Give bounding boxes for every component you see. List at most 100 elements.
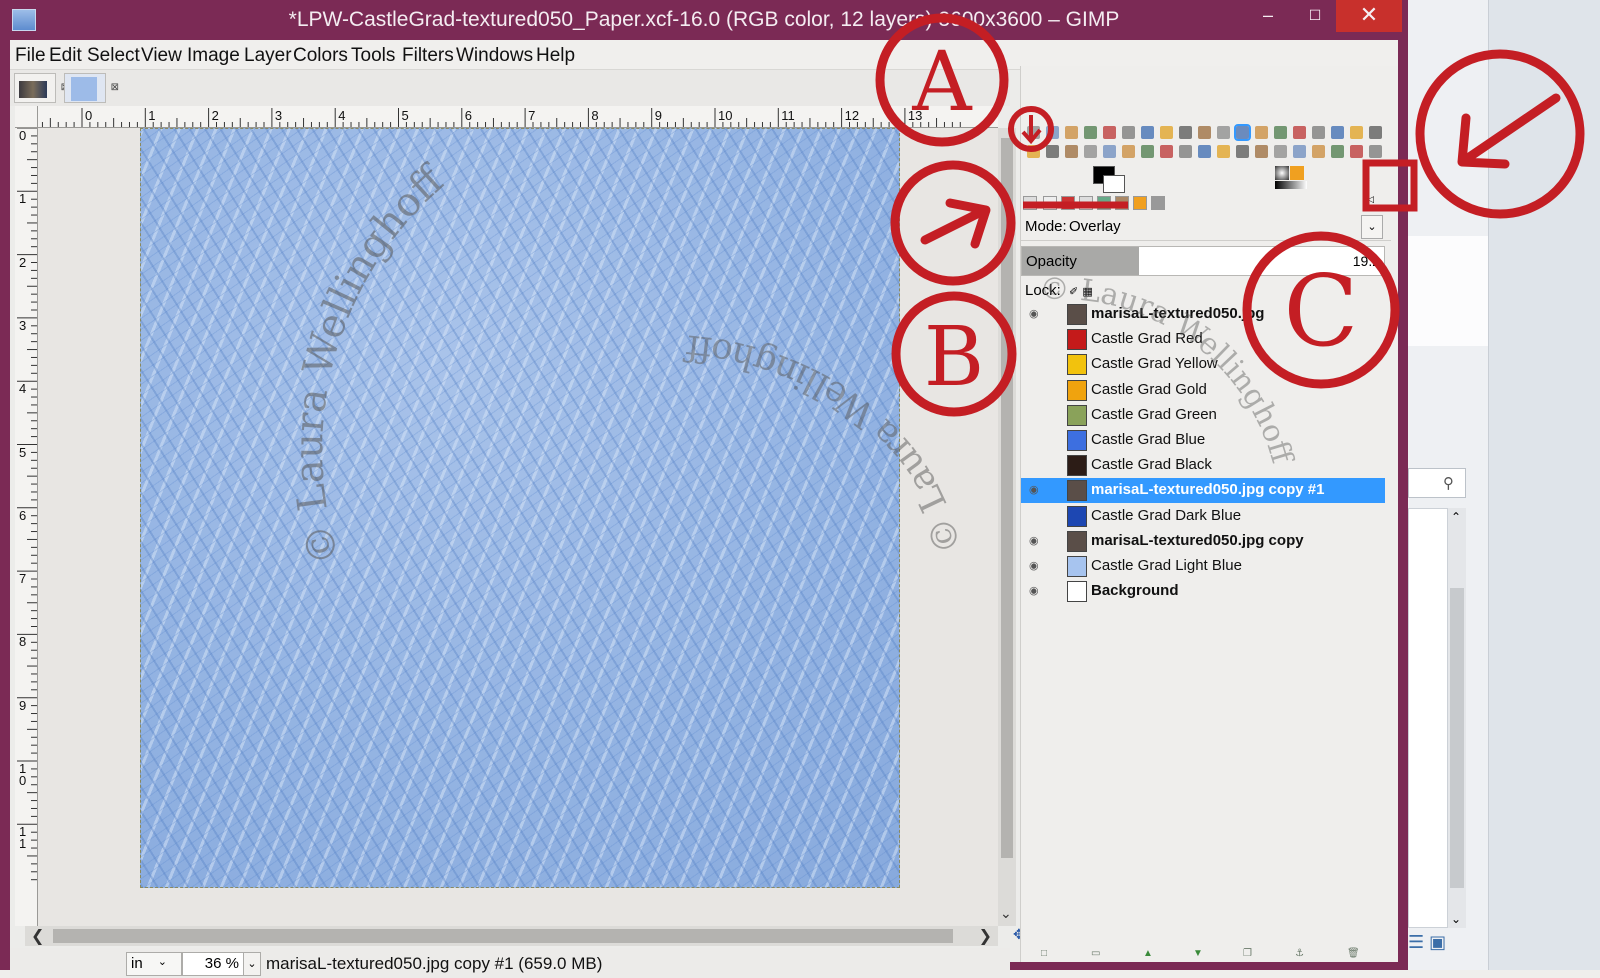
layer-row[interactable]: ◉ Castle Grad Light Blue [1021,554,1385,579]
tool-button[interactable] [1179,145,1192,158]
details-view-icon[interactable]: ☰ [1408,932,1424,952]
tool-button[interactable] [1217,126,1230,139]
tool-button[interactable] [1122,126,1135,139]
tool-button[interactable] [1122,145,1135,158]
tool-button[interactable] [1046,145,1059,158]
layer-name[interactable]: Castle Grad Green [1091,406,1217,423]
image-tab-1[interactable]: ⊠ [14,73,69,103]
tab-patterns[interactable] [1133,196,1147,210]
layer-name[interactable]: Castle Grad Black [1091,456,1212,473]
chevron-up-icon[interactable]: ⌃ [1451,510,1461,524]
canvas-area[interactable] [38,128,998,926]
background-scroll-thumb[interactable] [1450,588,1464,888]
lower-layer-icon[interactable]: ▼ [1193,948,1203,959]
layer-name[interactable]: marisaL-textured050.jpg copy [1091,532,1304,549]
horizontal-scroll-thumb[interactable] [53,929,953,943]
minimize-button[interactable]: – [1245,0,1291,32]
tool-button[interactable] [1293,126,1306,139]
tool-button[interactable] [1331,126,1344,139]
tool-button[interactable] [1160,126,1173,139]
menu-image[interactable]: Image [187,45,240,67]
mode-dropdown-button[interactable]: ⌄ [1361,215,1383,239]
tab-undo[interactable] [1079,196,1093,210]
eye-icon[interactable]: ◉ [1029,559,1039,572]
tool-button[interactable] [1141,126,1154,139]
tool-button[interactable] [1179,126,1192,139]
tab-paths[interactable] [1061,196,1075,210]
tool-button[interactable] [1046,126,1059,139]
tab-brushes[interactable] [1115,196,1129,210]
tool-button[interactable] [1274,126,1287,139]
menu-help[interactable]: Help [536,45,575,67]
tool-button[interactable] [1103,126,1116,139]
tab-gradients[interactable] [1151,196,1165,210]
new-layer-group-icon[interactable]: ▭ [1091,948,1100,959]
tool-button[interactable] [1027,126,1040,139]
tool-button[interactable] [1065,145,1078,158]
eye-icon[interactable]: ◉ [1029,584,1039,597]
tool-button[interactable] [1027,145,1040,158]
new-layer-icon[interactable]: □ [1041,948,1047,959]
horizontal-ruler[interactable]: 1012345678910111213 [38,106,998,128]
close-button[interactable]: ✕ [1336,0,1402,32]
menu-file[interactable]: File [15,45,46,67]
menu-view[interactable]: View [141,45,182,67]
search-icon[interactable]: ⚲ [1443,474,1454,492]
raise-layer-icon[interactable]: ▲ [1143,948,1153,959]
tab-channels[interactable] [1043,196,1057,210]
unit-select[interactable]: in ⌄ [126,952,182,976]
maximize-button[interactable]: ☐ [1292,0,1338,32]
tool-button[interactable] [1084,126,1097,139]
eye-icon[interactable]: ◉ [1029,307,1039,320]
tool-button[interactable] [1141,145,1154,158]
layer-name[interactable]: Castle Grad Blue [1091,431,1205,448]
ruler-corner[interactable] [15,106,38,128]
tool-button[interactable] [1255,126,1268,139]
layer-row[interactable]: Castle Grad Green [1021,403,1385,428]
mode-select[interactable]: Overlay [1069,218,1121,235]
scroll-left-icon[interactable]: ❮ [31,926,44,946]
layer-name[interactable]: Castle Grad Light Blue [1091,557,1242,574]
tool-button[interactable] [1103,145,1116,158]
menu-colors[interactable]: Colors [293,45,348,67]
menu-select[interactable]: Select [87,45,140,67]
tool-button[interactable] [1160,145,1173,158]
layer-row[interactable]: ◉ marisaL-textured050.jpg [1021,302,1385,327]
layer-name[interactable]: marisaL-textured050.jpg [1091,305,1264,322]
tool-button[interactable] [1084,145,1097,158]
horizontal-scrollbar[interactable]: ❮ ❯ [25,926,998,946]
layer-row[interactable]: Castle Grad Black [1021,453,1385,478]
menu-layer[interactable]: Layer [244,45,292,67]
tool-button[interactable] [1312,126,1325,139]
menu-windows[interactable]: Windows [456,45,533,67]
layer-row[interactable]: Castle Grad Dark Blue [1021,504,1385,529]
layer-row[interactable]: Castle Grad Red [1021,327,1385,352]
layer-row[interactable]: ◉ Background [1021,579,1385,604]
tab-layers[interactable] [1023,196,1037,210]
anchor-layer-icon[interactable]: ⚓ [1295,948,1304,959]
layer-row[interactable]: ◉ marisaL-textured050.jpg copy [1021,529,1385,554]
opacity-value[interactable]: 19.2 [1353,253,1380,269]
dock-menu-icon[interactable]: ◁ [1367,194,1381,208]
opacity-slider[interactable]: Opacity 19.2 [1021,246,1385,276]
background-scrollbar[interactable]: ⌃ ⌄ [1448,508,1466,928]
eye-icon[interactable]: ◉ [1029,483,1039,496]
paper-image[interactable] [140,128,900,888]
layer-row[interactable]: Castle Grad Gold [1021,378,1385,403]
layer-name[interactable]: Background [1091,582,1179,599]
layer-name[interactable]: Castle Grad Dark Blue [1091,507,1241,524]
layer-name[interactable]: Castle Grad Yellow [1091,355,1218,372]
tool-button[interactable] [1198,145,1211,158]
background-list[interactable] [1408,508,1448,928]
layer-name[interactable]: marisaL-textured050.jpg copy #1 [1091,481,1324,498]
duplicate-layer-icon[interactable]: ❐ [1243,948,1252,959]
tool-button[interactable] [1331,145,1344,158]
tool-button[interactable] [1198,126,1211,139]
menu-filters[interactable]: Filters [402,45,454,67]
scroll-right-icon[interactable]: ❯ [979,926,992,946]
layer-row[interactable]: ◉ marisaL-textured050.jpg copy #1 [1021,478,1385,504]
lock-alpha-icon[interactable]: ▦ [1082,286,1092,298]
background-color[interactable] [1103,175,1125,193]
tool-button[interactable] [1312,145,1325,158]
tool-button[interactable] [1369,126,1382,139]
